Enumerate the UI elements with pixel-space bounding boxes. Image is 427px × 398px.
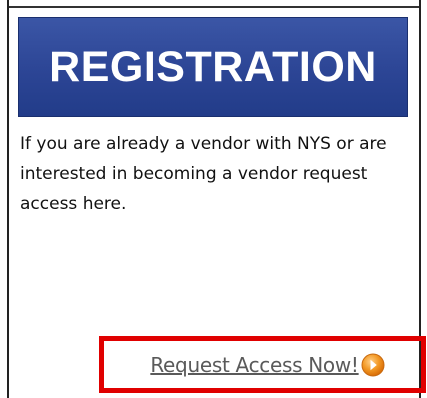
registration-panel: REGISTRATION If you are already a vendor… (7, 0, 426, 398)
registration-title: REGISTRATION (49, 42, 377, 91)
arrow-right-circle-icon[interactable] (361, 353, 385, 377)
panel-top-border (9, 6, 419, 8)
request-access-highlight: Request Access Now! (99, 336, 426, 393)
registration-description: If you are already a vendor with NYS or … (20, 134, 387, 214)
request-access-link[interactable]: Request Access Now! (150, 353, 359, 377)
registration-banner: REGISTRATION (18, 17, 408, 117)
